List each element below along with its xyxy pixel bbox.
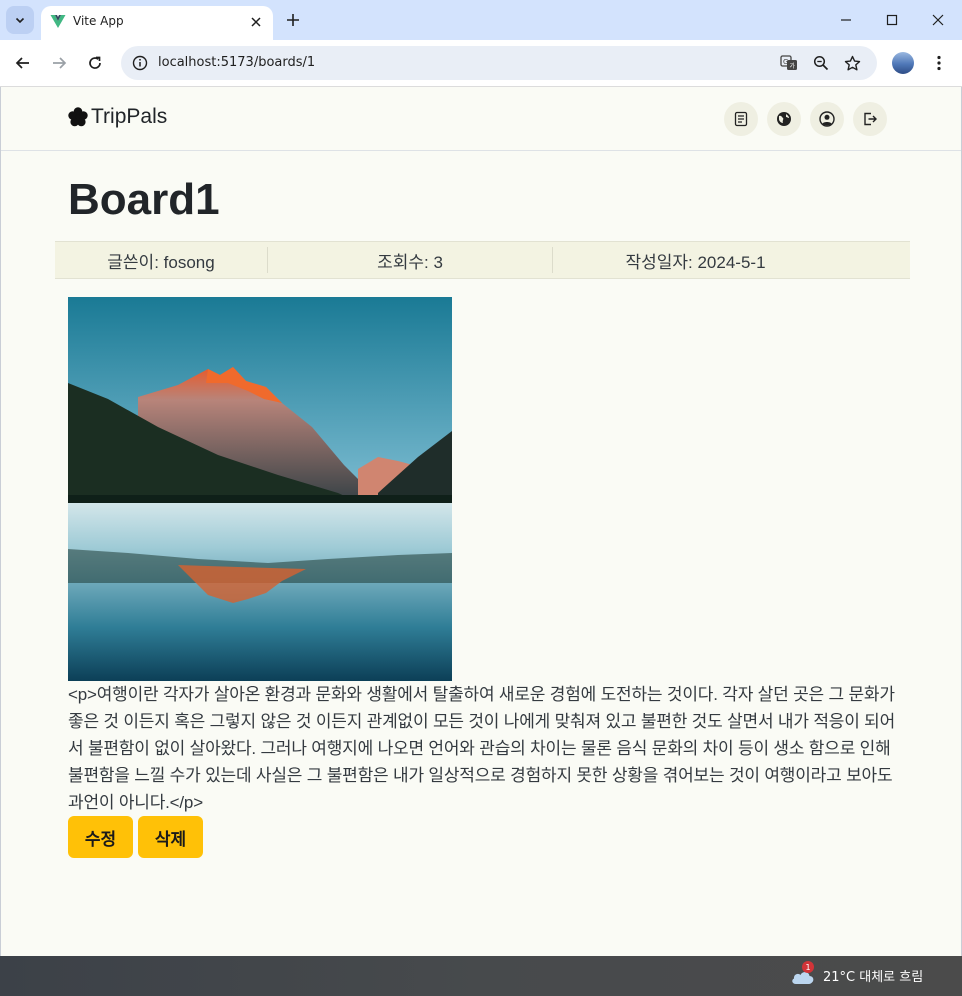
board-image (68, 297, 452, 681)
close-icon (251, 17, 261, 27)
site-logo[interactable]: TripPals (67, 105, 167, 129)
tab-search-button[interactable] (6, 6, 34, 34)
reload-icon (89, 56, 101, 69)
tab-title: Vite App (73, 14, 124, 28)
flower-icon (68, 107, 88, 127)
maximize-icon (886, 14, 898, 26)
chevron-down-icon (15, 17, 25, 24)
vite-logo-icon (50, 15, 66, 28)
maximize-button[interactable] (878, 6, 906, 34)
logout-icon (864, 112, 877, 126)
translate-button[interactable]: G가 (778, 52, 800, 74)
delete-button[interactable]: 삭제 (138, 816, 203, 858)
travel-nav-button[interactable] (767, 102, 801, 136)
tab-close-button[interactable] (247, 13, 265, 31)
zoom-button[interactable] (810, 52, 832, 74)
weather-text: 21°C 대체로 흐림 (823, 969, 924, 985)
writer-info: 글쓴이: fosong (107, 253, 215, 272)
profile-avatar[interactable] (892, 52, 914, 74)
created-date: 작성일자: 2024-5-1 (625, 253, 766, 272)
site-header: TripPals (1, 87, 961, 151)
site-info-button[interactable] (129, 52, 151, 74)
url-text: localhost:5173/boards/1 (158, 55, 316, 70)
board-nav-button[interactable] (724, 102, 758, 136)
os-taskbar: 1 21°C 대체로 흐림 (0, 956, 962, 996)
globe-icon (777, 112, 791, 126)
weather-icon-wrap: 1 (790, 961, 816, 986)
browser-toolbar: localhost:5173/boards/1 G가 (0, 40, 962, 87)
user-icon (819, 111, 835, 127)
reload-button[interactable] (81, 49, 109, 77)
more-vertical-icon (937, 55, 941, 71)
view-count: 조회수: 3 (377, 253, 443, 272)
minimize-button[interactable] (832, 6, 860, 34)
board-icon (734, 111, 748, 127)
browser-tab[interactable]: Vite App (41, 6, 273, 40)
new-tab-button[interactable] (282, 9, 304, 31)
arrow-right-icon (53, 57, 67, 69)
minimize-icon (841, 19, 851, 21)
browser-tab-strip: Vite App (0, 0, 962, 40)
logo-text: TripPals (91, 105, 168, 128)
browser-menu-button[interactable] (928, 52, 950, 74)
close-icon (932, 14, 944, 26)
bookmark-button[interactable] (841, 52, 863, 74)
arrow-left-icon (15, 57, 29, 69)
board-content: <p>여행이란 각자가 살아온 환경과 문화와 생활에서 탈출하여 새로운 경험… (68, 685, 896, 812)
star-icon (844, 55, 860, 70)
back-button[interactable] (9, 49, 37, 77)
plus-icon (287, 14, 299, 26)
board-meta-bar: 글쓴이: fosong 조회수: 3 작성일자: 2024-5-1 (55, 241, 910, 279)
notification-badge: 1 (802, 961, 814, 973)
address-bar[interactable]: localhost:5173/boards/1 G가 (121, 46, 877, 80)
svg-text:가: 가 (790, 62, 796, 70)
close-window-button[interactable] (924, 6, 952, 34)
edit-button[interactable]: 수정 (68, 816, 133, 858)
weather-widget[interactable]: 1 21°C 대체로 흐림 (790, 961, 924, 986)
info-icon (132, 55, 148, 71)
zoom-icon (813, 55, 829, 71)
translate-icon: G가 (780, 55, 797, 70)
logout-button[interactable] (853, 102, 887, 136)
page-viewport: TripPals Board1 글쓴이: fosong 조회수: 3 작성일자:… (0, 87, 962, 956)
board-title: Board1 (68, 175, 220, 224)
profile-nav-button[interactable] (810, 102, 844, 136)
svg-text:G: G (783, 58, 788, 66)
forward-button[interactable] (45, 49, 73, 77)
